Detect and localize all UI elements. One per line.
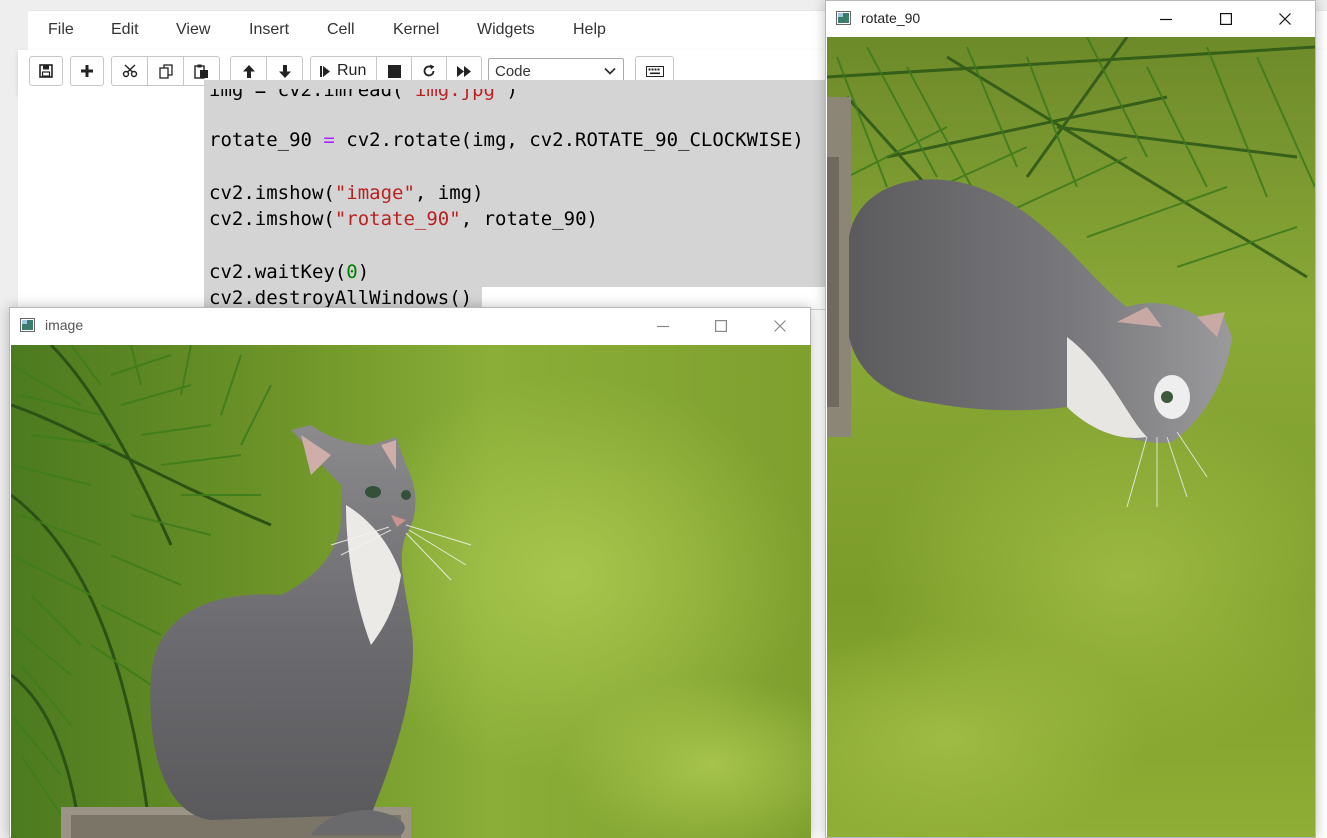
copy-button[interactable] bbox=[147, 56, 184, 86]
arrow-up-icon bbox=[242, 64, 255, 78]
image-window[interactable]: image bbox=[9, 307, 811, 838]
cut-button[interactable] bbox=[111, 56, 148, 86]
image-maximize-button[interactable] bbox=[712, 317, 730, 335]
minimize-icon bbox=[657, 325, 669, 328]
save-icon bbox=[39, 64, 53, 78]
code-line-imshow-image[interactable]: cv2.imshow("image", img) bbox=[209, 182, 484, 204]
menu-cell[interactable]: Cell bbox=[327, 21, 355, 39]
image-minimize-button[interactable] bbox=[654, 317, 672, 335]
current-line-highlight bbox=[482, 287, 827, 309]
code-line-destroy[interactable]: cv2.destroyAllWindows() bbox=[209, 287, 472, 309]
maximize-icon bbox=[1220, 13, 1232, 25]
fast-forward-icon bbox=[457, 65, 471, 77]
rotate-90-close-button[interactable] bbox=[1276, 10, 1294, 28]
save-button[interactable] bbox=[29, 56, 63, 86]
menu-kernel[interactable]: Kernel bbox=[393, 21, 439, 39]
rotate-90-window-title: rotate_90 bbox=[861, 10, 921, 26]
chevron-down-icon bbox=[604, 67, 616, 75]
menu-edit[interactable]: Edit bbox=[111, 21, 139, 39]
rotate-90-titlebar[interactable]: rotate_90 bbox=[826, 1, 1315, 37]
opencv-app-icon bbox=[836, 11, 851, 25]
rotated-cat-image bbox=[827, 37, 1315, 837]
rotate-90-window[interactable]: rotate_90 bbox=[825, 0, 1316, 838]
refresh-icon bbox=[423, 64, 435, 77]
close-icon bbox=[1279, 13, 1291, 25]
step-forward-icon bbox=[320, 65, 330, 77]
code-line-rotate[interactable]: rotate_90 = cv2.rotate(img, cv2.ROTATE_9… bbox=[209, 129, 804, 151]
opencv-app-icon bbox=[20, 318, 35, 332]
rotate-90-maximize-button[interactable] bbox=[1217, 10, 1235, 28]
image-window-title: image bbox=[45, 317, 84, 333]
keyboard-icon bbox=[645, 65, 664, 77]
image-titlebar[interactable]: image bbox=[10, 308, 810, 344]
plus-icon bbox=[81, 65, 93, 77]
image-close-button[interactable] bbox=[771, 317, 789, 335]
cell-type-value: Code bbox=[495, 63, 531, 80]
run-label: Run bbox=[337, 62, 367, 79]
insert-cell-button[interactable] bbox=[70, 56, 104, 86]
copy-icon bbox=[158, 63, 173, 79]
maximize-icon bbox=[715, 320, 727, 332]
close-icon bbox=[774, 320, 786, 332]
rotate-90-minimize-button[interactable] bbox=[1157, 10, 1175, 28]
cat-image bbox=[11, 345, 811, 838]
menu-insert[interactable]: Insert bbox=[249, 21, 289, 39]
code-line-waitkey[interactable]: cv2.waitKey(0) bbox=[209, 261, 369, 283]
scissors-icon bbox=[122, 64, 137, 78]
code-line-imshow-rotate[interactable]: cv2.imshow("rotate_90", rotate_90) bbox=[209, 208, 598, 230]
arrow-down-icon bbox=[278, 64, 291, 78]
stop-icon bbox=[387, 64, 401, 78]
menu-widgets[interactable]: Widgets bbox=[477, 21, 535, 39]
menu-view[interactable]: View bbox=[176, 21, 210, 39]
minimize-icon bbox=[1160, 18, 1172, 21]
menu-help[interactable]: Help bbox=[573, 21, 606, 39]
menu-file[interactable]: File bbox=[48, 21, 74, 39]
paste-icon bbox=[194, 64, 208, 79]
